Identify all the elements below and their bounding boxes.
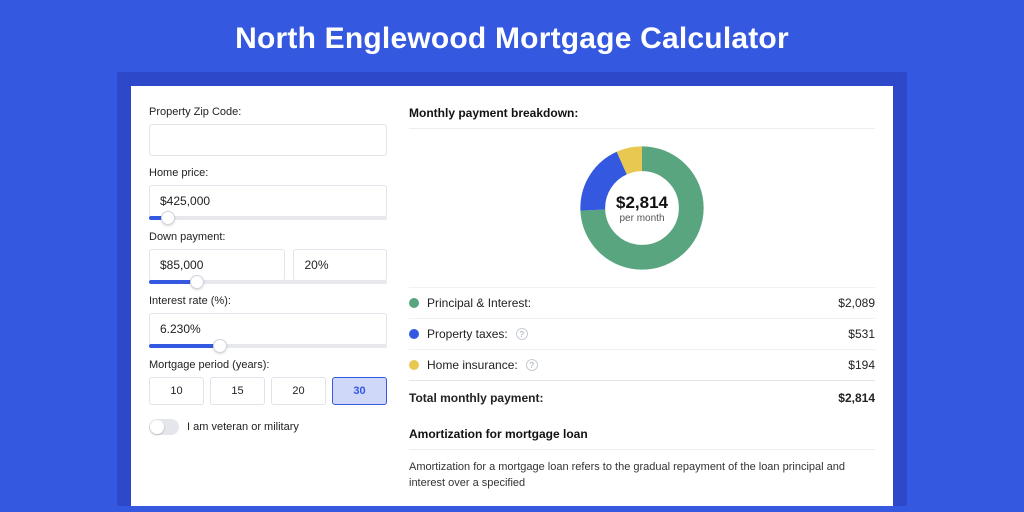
donut-center-sub: per month [619, 213, 664, 224]
period-option-30[interactable]: 30 [332, 377, 387, 405]
swatch-pi [409, 298, 419, 308]
donut-chart: $2,814 per month [577, 143, 707, 273]
label-interest-rate: Interest rate (%): [149, 295, 387, 307]
field-veteran: I am veteran or military [149, 419, 387, 435]
calculator-panel: Property Zip Code: Home price: Down paym… [131, 86, 893, 506]
page-title: North Englewood Mortgage Calculator [0, 0, 1024, 72]
donut-center: $2,814 per month [577, 143, 707, 273]
label-down-payment: Down payment: [149, 231, 387, 243]
label-mortgage-period: Mortgage period (years): [149, 359, 387, 371]
amortization-text: Amortization for a mortgage loan refers … [409, 460, 875, 492]
home-price-input[interactable] [149, 185, 387, 217]
mortgage-period-options: 10 15 20 30 [149, 377, 387, 405]
field-mortgage-period: Mortgage period (years): 10 15 20 30 [149, 359, 387, 405]
swatch-tax [409, 329, 419, 339]
help-icon[interactable]: ? [526, 359, 538, 371]
label-zip: Property Zip Code: [149, 106, 387, 118]
interest-rate-slider-fill [149, 344, 220, 348]
interest-rate-input[interactable] [149, 313, 387, 345]
legend-row-ins: Home insurance: ? $194 [409, 349, 875, 380]
field-down-payment: Down payment: [149, 231, 387, 284]
home-price-slider[interactable] [149, 216, 387, 220]
legend-row-pi: Principal & Interest: $2,089 [409, 287, 875, 318]
down-payment-slider[interactable] [149, 280, 387, 284]
breakdown-title: Monthly payment breakdown: [409, 106, 875, 120]
breakdown-column: Monthly payment breakdown: $2,814 [387, 106, 875, 506]
legend-amount-ins: $194 [848, 358, 875, 372]
interest-rate-slider[interactable] [149, 344, 387, 348]
legend-label-tax: Property taxes: [427, 327, 508, 341]
legend-amount-tax: $531 [848, 327, 875, 341]
help-icon[interactable]: ? [516, 328, 528, 340]
donut-center-value: $2,814 [616, 193, 668, 213]
field-zip: Property Zip Code: [149, 106, 387, 156]
down-payment-input[interactable] [149, 249, 285, 281]
legend-total-label: Total monthly payment: [409, 391, 543, 405]
veteran-toggle[interactable] [149, 419, 179, 435]
legend-row-total: Total monthly payment: $2,814 [409, 380, 875, 413]
legend-label-pi: Principal & Interest: [427, 296, 531, 310]
period-option-10[interactable]: 10 [149, 377, 204, 405]
label-veteran: I am veteran or military [187, 421, 299, 433]
form-column: Property Zip Code: Home price: Down paym… [149, 106, 387, 506]
divider [409, 449, 875, 450]
home-price-slider-thumb[interactable] [161, 211, 175, 225]
swatch-ins [409, 360, 419, 370]
amortization-section: Amortization for mortgage loan Amortizat… [409, 427, 875, 492]
calculator-panel-outer: Property Zip Code: Home price: Down paym… [117, 72, 907, 506]
donut-chart-wrap: $2,814 per month [409, 139, 875, 287]
interest-rate-slider-thumb[interactable] [213, 339, 227, 353]
legend-amount-pi: $2,089 [838, 296, 875, 310]
label-home-price: Home price: [149, 167, 387, 179]
down-payment-pct-input[interactable] [293, 249, 387, 281]
amortization-title: Amortization for mortgage loan [409, 427, 875, 441]
field-home-price: Home price: [149, 167, 387, 220]
legend-label-ins: Home insurance: [427, 358, 518, 372]
down-payment-slider-thumb[interactable] [190, 275, 204, 289]
zip-input[interactable] [149, 124, 387, 156]
period-option-15[interactable]: 15 [210, 377, 265, 405]
period-option-20[interactable]: 20 [271, 377, 326, 405]
divider [409, 128, 875, 129]
field-interest-rate: Interest rate (%): [149, 295, 387, 348]
legend-row-tax: Property taxes: ? $531 [409, 318, 875, 349]
legend-total-amount: $2,814 [838, 391, 875, 405]
